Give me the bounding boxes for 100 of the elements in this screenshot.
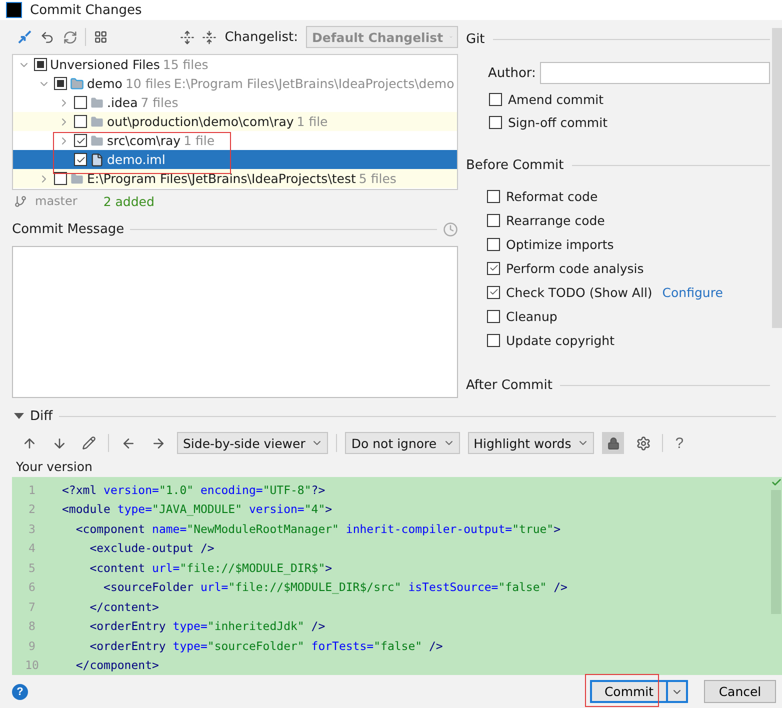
checkbox[interactable] [487, 310, 500, 322]
checkbox[interactable] [74, 96, 87, 109]
line-number: 4 [28, 541, 36, 556]
move-arrows-icon[interactable] [17, 29, 32, 45]
path-label: E:\Program Files\JetBrains\IdeaProjects\demo [174, 76, 454, 91]
code-line: <orderEntry type="sourceFolder" forTests="false" /> [88, 638, 443, 653]
option-label: Amend commit [508, 92, 604, 107]
collapse-all-icon[interactable] [202, 30, 217, 44]
code-line: <exclude-output /> [88, 541, 214, 556]
change-summary: 2 added [103, 194, 154, 208]
highlight-dropdown[interactable]: Highlight words [468, 432, 594, 454]
checkbox[interactable] [487, 214, 500, 226]
file-count: 10 files [125, 76, 171, 91]
checkbox[interactable] [34, 58, 47, 71]
tree-label: out\production\demo\com\ray [107, 114, 294, 129]
changelist-label: Changelist: [224, 30, 298, 44]
tree-label: .idea [107, 95, 138, 110]
code-line: </content> [88, 600, 159, 614]
author-label: Author: [488, 66, 536, 80]
branch-name: master [35, 194, 78, 208]
option-label: Perform code analysis [506, 260, 644, 276]
option-label: Optimize imports [506, 236, 614, 252]
folder-icon [90, 114, 104, 128]
check-icon [488, 263, 498, 273]
cancel-button[interactable]: Cancel [704, 680, 776, 703]
option-label: Reformat code [506, 188, 598, 204]
tree-row[interactable]: demo 10 files E:\Program Files\JetBrains\IdeaProjects\demo [13, 74, 457, 93]
section-title: Commit Message [12, 222, 124, 236]
checkbox[interactable] [74, 153, 87, 166]
option-label: Rearrange code [506, 212, 605, 228]
tree-label: E:\Program Files\JetBrains\IdeaProjects\test [87, 171, 356, 186]
checkbox[interactable] [489, 116, 502, 129]
help-button[interactable]: ? [12, 684, 28, 700]
file-count: 1 file [184, 133, 215, 148]
line-number: 8 [28, 619, 36, 634]
code-line: <orderEntry type="inheritedJdk" /> [88, 619, 326, 634]
tree-label: Unversioned Files [50, 57, 160, 72]
refresh-icon[interactable] [62, 30, 78, 44]
version-label: Your version [15, 459, 94, 475]
code-line: <?xml version="1.0" encoding="UTF-8"?> [62, 482, 326, 497]
expand-all-icon[interactable] [180, 30, 194, 44]
checkbox[interactable] [54, 172, 67, 185]
file-icon [90, 152, 104, 166]
checkbox[interactable] [74, 134, 87, 147]
checkbox[interactable] [487, 286, 500, 298]
code-line: <component name="NewModuleRootManager" inherit-compiler-output="true"> [74, 522, 561, 536]
configure-link[interactable]: Configure [662, 284, 723, 300]
checkbox[interactable] [54, 77, 67, 90]
file-count: 1 file [296, 114, 328, 129]
lock-icon[interactable] [602, 432, 624, 454]
option-label: Cleanup [506, 308, 558, 324]
collapse-triangle-icon[interactable] [14, 413, 24, 419]
line-number: 10 [24, 658, 40, 672]
folder-icon [90, 96, 104, 110]
ignore-dropdown[interactable]: Do not ignore [345, 432, 460, 454]
option-label: Check TODO (Show All) [506, 284, 652, 300]
line-number: 3 [28, 522, 36, 536]
commit-message-field[interactable] [12, 246, 458, 398]
checkbox[interactable] [74, 115, 87, 128]
checkbox[interactable] [487, 334, 500, 346]
scrollbar[interactable] [772, 28, 782, 328]
window-title: Commit Changes [30, 2, 142, 18]
help-button[interactable]: ? [671, 434, 688, 452]
branch-icon [14, 194, 27, 208]
checkbox[interactable] [487, 238, 500, 250]
check-icon [488, 287, 498, 297]
code-line: <content url="file://$MODULE_DIR$"> [88, 560, 332, 575]
section-title: Diff [30, 408, 53, 424]
file-count: 7 files [140, 95, 178, 110]
folder-icon [70, 172, 84, 186]
file-count: 15 files [162, 57, 208, 72]
tree-row[interactable]: demo.iml [13, 150, 457, 169]
tree-row[interactable]: src\com\ray 1 file [13, 131, 457, 150]
tree-label: demo [87, 76, 122, 91]
commit-options-button[interactable] [668, 680, 688, 703]
viewer-dropdown[interactable]: Side-by-side viewer [177, 432, 328, 454]
option-label: Sign-off commit [508, 115, 608, 130]
group-by-icon[interactable] [94, 30, 108, 44]
line-number: 5 [28, 560, 36, 575]
section-title: Before Commit [466, 158, 564, 172]
tree-row[interactable]: .idea 7 files [13, 93, 457, 112]
check-icon [770, 477, 782, 488]
line-number: 6 [28, 580, 36, 594]
line-number: 7 [28, 600, 36, 614]
code-line: </component> [74, 658, 159, 672]
commit-button[interactable]: Commit [590, 680, 668, 703]
option-label: Update copyright [506, 332, 614, 348]
undo-icon[interactable] [40, 30, 55, 44]
module-folder-icon [70, 76, 84, 90]
checkbox[interactable] [487, 190, 500, 202]
file-count: 5 files [358, 171, 396, 186]
section-title: After Commit [466, 378, 552, 392]
tree-row[interactable]: Unversioned Files 15 files [13, 55, 457, 74]
tree-row[interactable]: E:\Program Files\JetBrains\IdeaProjects\test 5 files [13, 169, 457, 188]
checkbox[interactable] [489, 93, 502, 106]
tree-row[interactable]: out\production\demo\com\ray 1 file [13, 112, 457, 131]
author-field[interactable] [540, 62, 770, 84]
line-number: 2 [28, 502, 36, 516]
app-logo-icon [6, 2, 22, 18]
checkbox[interactable] [487, 262, 500, 274]
